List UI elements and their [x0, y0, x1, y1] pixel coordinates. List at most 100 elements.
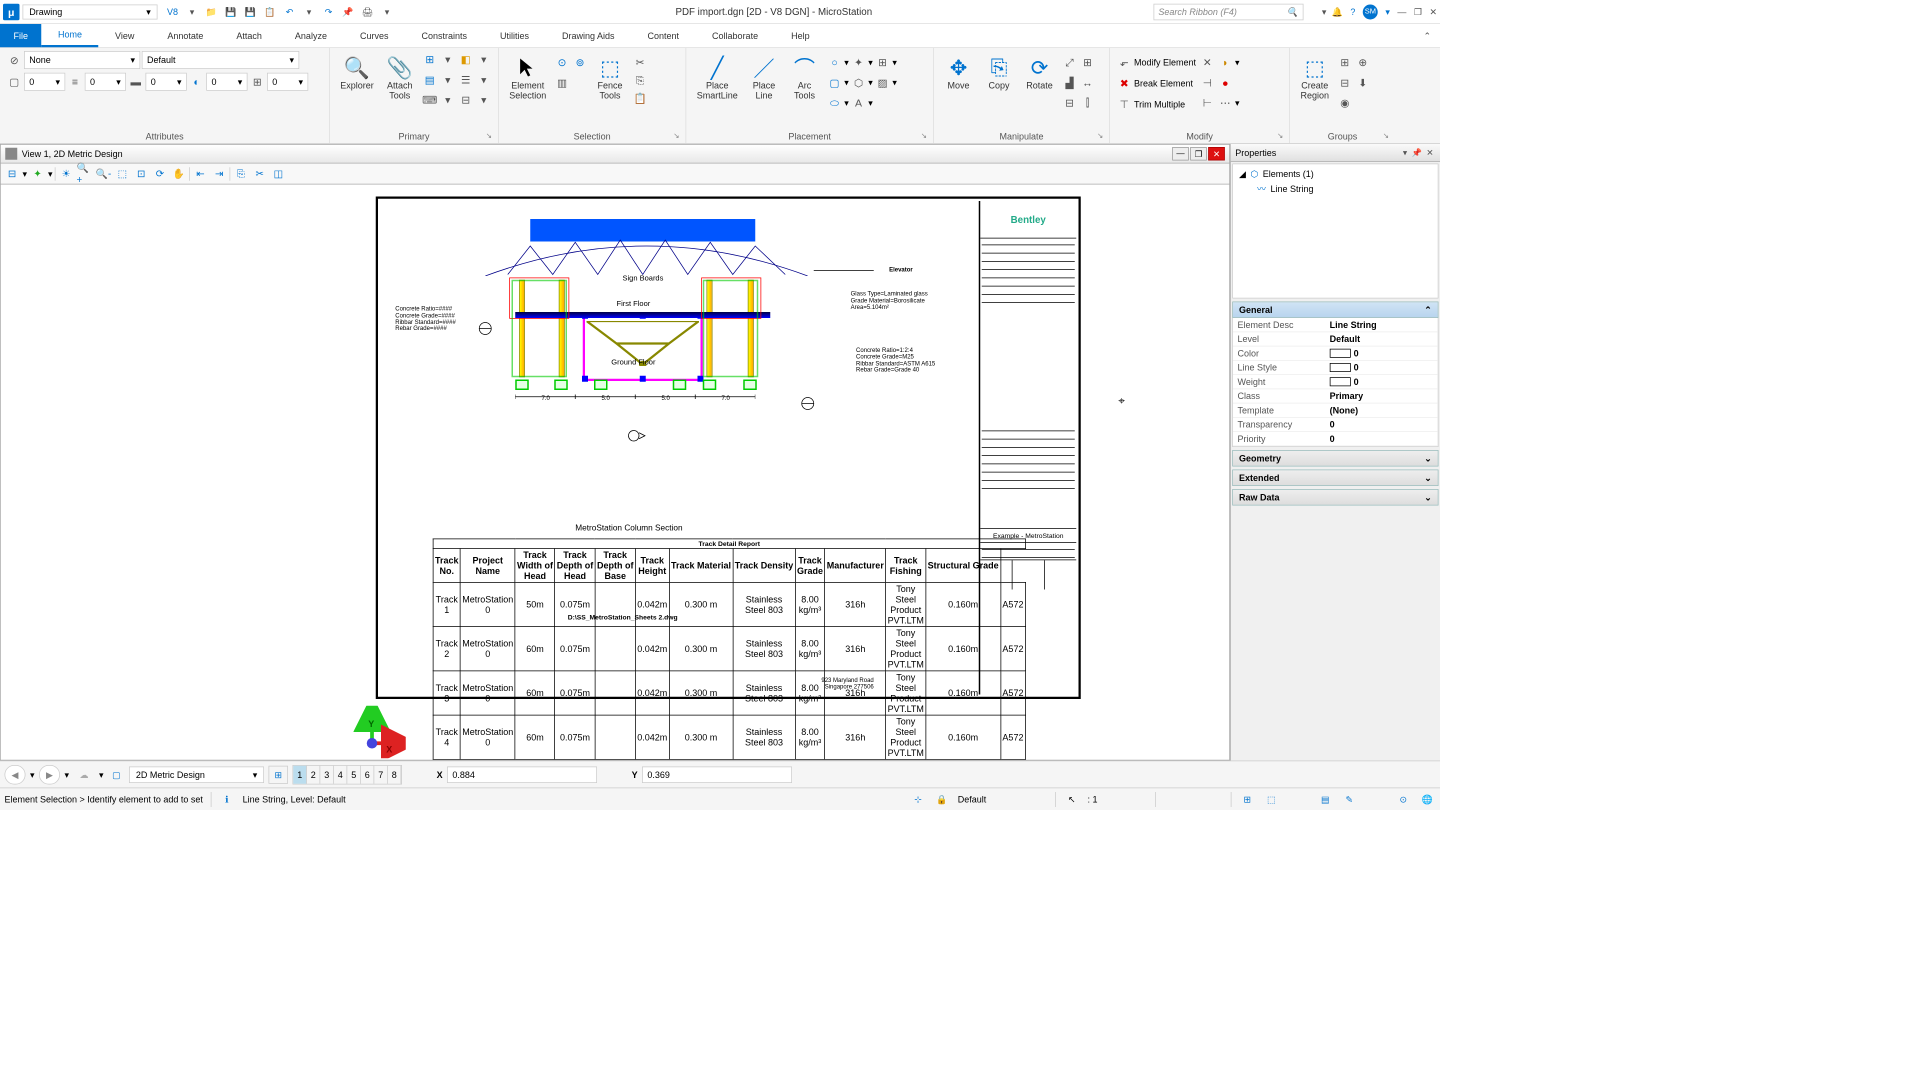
tab-home[interactable]: Home [42, 24, 99, 47]
clip-mask-icon[interactable]: ◫ [270, 165, 287, 182]
array-icon[interactable]: ⊞ [1079, 54, 1096, 71]
view-tab-4[interactable]: 4 [334, 765, 348, 783]
tab-collaborate[interactable]: Collaborate [696, 24, 775, 47]
chevron-down-icon[interactable]: ▾ [868, 98, 873, 109]
y-coord-input[interactable] [642, 766, 792, 783]
select-none-icon[interactable]: ⊚ [572, 54, 589, 71]
tab-annotate[interactable]: Annotate [151, 24, 220, 47]
chevron-down-icon[interactable]: ▾ [868, 77, 873, 88]
save-icon[interactable]: 💾 [224, 4, 239, 19]
adjust-brightness-icon[interactable]: ☀ [58, 165, 75, 182]
level-manager-icon[interactable]: ▤ [422, 71, 439, 88]
close-icon[interactable]: ✕ [1429, 6, 1437, 17]
property-value[interactable]: (None) [1325, 404, 1438, 418]
block-icon[interactable]: ▢ [826, 74, 843, 91]
maximize-view-icon[interactable]: ❐ [1190, 147, 1207, 161]
launcher-icon[interactable]: ↘ [1383, 132, 1389, 140]
chevron-down-icon[interactable]: ▾ [892, 77, 897, 88]
property-value[interactable]: 0 [1325, 347, 1438, 361]
point-icon[interactable]: ✦ [850, 54, 867, 71]
property-row[interactable]: Color0 [1233, 347, 1438, 361]
cut-icon[interactable]: ✂ [632, 54, 649, 71]
view-next-icon[interactable]: ⇥ [211, 165, 228, 182]
save-settings-icon[interactable]: 💾 [243, 4, 258, 19]
scale-label[interactable]: : 1 [1088, 794, 1148, 805]
tree-root[interactable]: ◢ ⬡ Elements (1) [1236, 167, 1435, 181]
minimize-icon[interactable]: — [1397, 6, 1406, 17]
chevron-down-icon[interactable]: ▾ [476, 92, 493, 109]
fillet-icon[interactable]: ◗ [1217, 54, 1234, 71]
view-previous-icon[interactable]: ⇤ [192, 165, 209, 182]
extend-icon[interactable]: ✕ [1199, 54, 1216, 71]
general-section-header[interactable]: General⌃ [1232, 302, 1438, 319]
chevron-down-icon[interactable]: ▾ [476, 71, 493, 88]
chevron-down-icon[interactable]: ▾ [868, 57, 873, 68]
rotate-button[interactable]: ⟳Rotate [1021, 51, 1059, 94]
view-tab-5[interactable]: 5 [347, 765, 361, 783]
dgn-sync-icon[interactable]: 🌐 [1419, 791, 1436, 808]
snap-mode-icon[interactable]: ⊹ [910, 791, 927, 808]
property-row[interactable]: ClassPrimary [1233, 389, 1438, 403]
redo-icon[interactable]: ↷ [321, 4, 336, 19]
restore-icon[interactable]: ❐ [1414, 6, 1422, 17]
tab-analyze[interactable]: Analyze [278, 24, 343, 47]
set-mark-icon[interactable]: 📌 [341, 4, 356, 19]
property-value[interactable]: 0 [1325, 432, 1438, 446]
more-tools-icon[interactable]: ⊟ [458, 92, 475, 109]
copy-icon[interactable]: ⎘ [632, 72, 649, 89]
references-icon[interactable]: ◧ [458, 51, 475, 68]
attach-tools-button[interactable]: 📎 Attach Tools [381, 51, 419, 104]
fence-tools-button[interactable]: ⬚ Fence Tools [591, 51, 629, 104]
mirror-icon[interactable]: ▟ [1061, 74, 1078, 91]
copy-button[interactable]: ⎘Copy [980, 51, 1018, 94]
undo-icon[interactable]: ↶ [282, 4, 297, 19]
view-tab-2[interactable]: 2 [307, 765, 321, 783]
modify-element-icon[interactable]: ⬐ [1116, 54, 1133, 71]
launcher-icon[interactable]: ↘ [1277, 132, 1283, 140]
color-icon[interactable]: ▢ [6, 74, 23, 91]
stretch-icon[interactable]: ↔ [1079, 74, 1096, 91]
trim-multiple-label[interactable]: Trim Multiple [1134, 99, 1185, 110]
ellipse-icon[interactable]: ⬭ [826, 95, 843, 112]
v8-icon[interactable]: V8 [165, 4, 180, 19]
properties-icon[interactable]: ☰ [458, 71, 475, 88]
rawdata-section-header[interactable]: Raw Data⌄ [1232, 489, 1438, 506]
polygon-icon[interactable]: ⬡ [850, 74, 867, 91]
delete-icon[interactable]: ● [1217, 74, 1234, 91]
chevron-down-icon[interactable]: ▾ [440, 71, 457, 88]
file-tab[interactable]: File [0, 24, 42, 47]
chevron-down-icon[interactable]: ▾ [892, 57, 897, 68]
copy-view-icon[interactable]: ⎘ [233, 165, 250, 182]
minimize-view-icon[interactable]: — [1172, 147, 1189, 161]
drawing-canvas[interactable]: First Floor Ground Floor Sign Boards Ele… [0, 185, 1230, 761]
close-panel-icon[interactable]: ✕ [1424, 148, 1435, 158]
element-selection-button[interactable]: Element Selection [505, 51, 551, 104]
property-value[interactable]: 0 [1325, 375, 1438, 389]
active-level[interactable]: Default [958, 794, 1048, 805]
explorer-button[interactable]: 🔍 Explorer [336, 51, 378, 94]
view-tab-3[interactable]: 3 [320, 765, 334, 783]
priority-icon[interactable]: ⊞ [249, 74, 266, 91]
ribbon-search[interactable]: Search Ribbon (F4) 🔍 [1153, 3, 1303, 20]
view-tab-8[interactable]: 8 [388, 765, 402, 783]
tab-content[interactable]: Content [631, 24, 696, 47]
view-titlebar[interactable]: View 1, 2D Metric Design — ❐ ✕ [0, 144, 1230, 164]
move-button[interactable]: ✥Move [940, 51, 978, 94]
offset-icon[interactable]: ⫿ [1079, 95, 1096, 112]
info-icon[interactable]: ℹ [219, 791, 236, 808]
pin-icon[interactable]: 📌 [1409, 148, 1424, 158]
help-icon[interactable]: ? [1350, 6, 1355, 17]
app-logo[interactable]: μ [3, 3, 20, 20]
chevron-down-icon[interactable]: ▾ [48, 168, 53, 179]
property-row[interactable]: Transparency0 [1233, 418, 1438, 432]
geometry-section-header[interactable]: Geometry⌄ [1232, 450, 1438, 467]
tab-curves[interactable]: Curves [343, 24, 405, 47]
chevron-down-icon[interactable]: ▾ [302, 4, 317, 19]
arc-tools-button[interactable]: ⌒ Arc Tools [786, 51, 824, 104]
transparency-icon[interactable]: ◐ [188, 74, 205, 91]
break-element-icon[interactable]: ✖ [1116, 75, 1133, 92]
property-value[interactable]: Line String [1325, 318, 1438, 332]
view-tab-6[interactable]: 6 [361, 765, 375, 783]
chevron-down-icon[interactable]: ▾ [476, 51, 493, 68]
collapse-ribbon-icon[interactable]: ⌃ [1414, 24, 1440, 47]
